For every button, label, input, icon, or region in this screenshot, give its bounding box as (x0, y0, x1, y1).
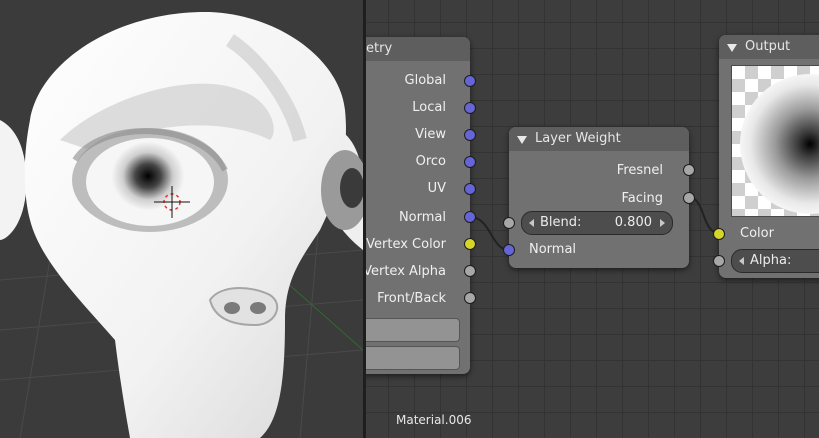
output-label-facing: Facing (621, 191, 663, 206)
3d-viewport[interactable] (0, 0, 363, 438)
output-label-normal: Normal (398, 210, 446, 225)
blend-label: Blend: (540, 215, 582, 230)
layer-weight-node-header[interactable]: Layer Weight (509, 127, 689, 151)
socket-fresnel[interactable] (683, 164, 695, 176)
output-label-front-back: Front/Back (377, 291, 446, 306)
socket-uv[interactable] (464, 183, 476, 195)
input-label-color: Color (740, 226, 774, 241)
alpha-label: Alpha: (750, 253, 792, 268)
socket-vertex-color[interactable] (464, 238, 476, 250)
socket-view[interactable] (464, 129, 476, 141)
socket-normal[interactable] (464, 211, 476, 223)
output-label-orco: Orco (415, 154, 446, 169)
node-editor[interactable]: etry Global Local View Orco UV Normal Ve… (366, 0, 819, 438)
socket-local[interactable] (464, 102, 476, 114)
geometry-field-1[interactable] (366, 318, 460, 342)
layer-weight-node-title: Layer Weight (535, 131, 621, 146)
geometry-node-title: etry (366, 41, 393, 56)
material-name: Material.006 (396, 413, 472, 427)
output-label-vertex-color: Vertex Color (366, 237, 446, 252)
alpha-field[interactable]: Alpha: (731, 249, 819, 273)
blend-value: 0.800 (614, 215, 652, 230)
increment-arrow-icon[interactable] (660, 219, 665, 227)
output-node-header[interactable]: Output (719, 35, 819, 59)
material-preview (731, 65, 819, 217)
socket-alpha-input[interactable] (713, 255, 725, 267)
output-label-uv: UV (427, 181, 446, 196)
geometry-node[interactable]: etry Global Local View Orco UV Normal Ve… (366, 37, 476, 374)
geometry-node-header[interactable]: etry (366, 37, 470, 61)
layer-weight-node[interactable]: Layer Weight Fresnel Facing Blend: 0.800… (503, 127, 695, 268)
socket-normal-input[interactable] (503, 244, 515, 256)
socket-color-input[interactable] (713, 228, 725, 240)
socket-vertex-alpha[interactable] (464, 265, 476, 277)
socket-facing[interactable] (683, 192, 695, 204)
geometry-field-2[interactable] (366, 346, 460, 370)
monkey-render (0, 11, 363, 438)
socket-blend[interactable] (503, 217, 515, 229)
decrement-arrow-icon[interactable] (529, 219, 534, 227)
output-label-global: Global (404, 73, 446, 88)
socket-orco[interactable] (464, 156, 476, 168)
socket-global[interactable] (464, 75, 476, 87)
input-label-normal: Normal (529, 242, 577, 257)
output-label-local: Local (412, 100, 446, 115)
output-label-view: View (415, 127, 446, 142)
decrement-arrow-icon[interactable] (739, 257, 744, 265)
socket-front-back[interactable] (464, 292, 476, 304)
preview-sphere (740, 74, 819, 214)
collapse-triangle-icon[interactable] (517, 136, 527, 144)
output-node-title: Output (745, 39, 791, 54)
blend-field[interactable]: Blend: 0.800 (521, 211, 673, 235)
output-node[interactable]: Output Color Alpha: (713, 35, 819, 278)
output-label-vertex-alpha: Vertex Alpha (366, 264, 446, 279)
output-label-fresnel: Fresnel (616, 163, 663, 178)
collapse-triangle-icon[interactable] (727, 44, 737, 52)
